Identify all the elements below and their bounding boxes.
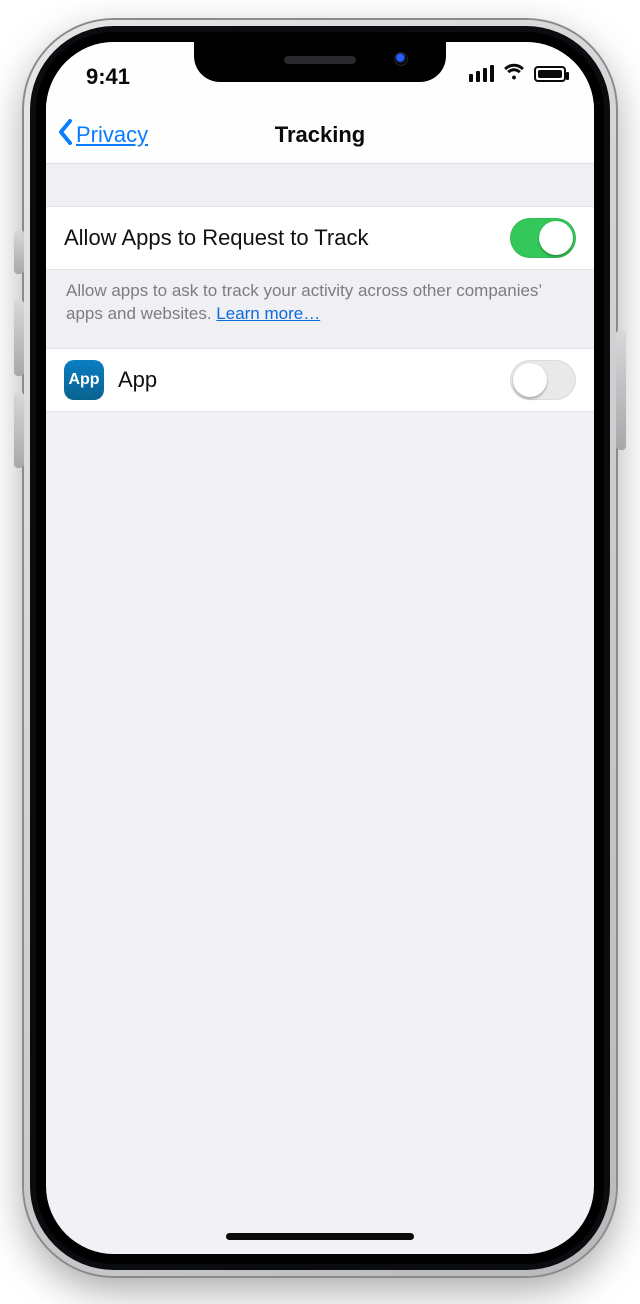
wifi-icon [502,62,526,85]
volume-down-button [14,392,24,468]
row-label: App [118,367,496,393]
nav-bar: Privacy Tracking [46,106,594,164]
toggle-knob [513,363,547,397]
row-allow-apps-to-request: Allow Apps to Request to Track [46,206,594,270]
speaker [284,56,356,64]
back-label: Privacy [76,122,148,148]
screen: 9:41 Privacy Tracking [46,42,594,1254]
chevron-left-icon [58,119,74,151]
status-right [469,62,566,85]
page-title: Tracking [275,122,365,148]
content: Allow Apps to Request to Track Allow app… [46,164,594,412]
allow-tracking-toggle[interactable] [510,218,576,258]
cellular-bars-icon [469,65,494,82]
group-gap [46,164,594,206]
front-camera [394,52,408,66]
battery-icon [534,66,566,82]
row-label: Allow Apps to Request to Track [64,225,496,251]
side-button [616,330,626,450]
notch [194,42,446,82]
app-tracking-toggle[interactable] [510,360,576,400]
toggle-knob [539,221,573,255]
status-time: 9:41 [86,64,130,90]
app-icon: App [64,360,104,400]
learn-more-link[interactable]: Learn more… [216,304,320,323]
volume-up-button [14,300,24,376]
section-footer: Allow apps to ask to track your activity… [46,270,594,348]
back-button[interactable]: Privacy [46,119,148,151]
home-indicator [226,1233,414,1240]
silence-switch [14,230,24,274]
row-app: App App [46,348,594,412]
